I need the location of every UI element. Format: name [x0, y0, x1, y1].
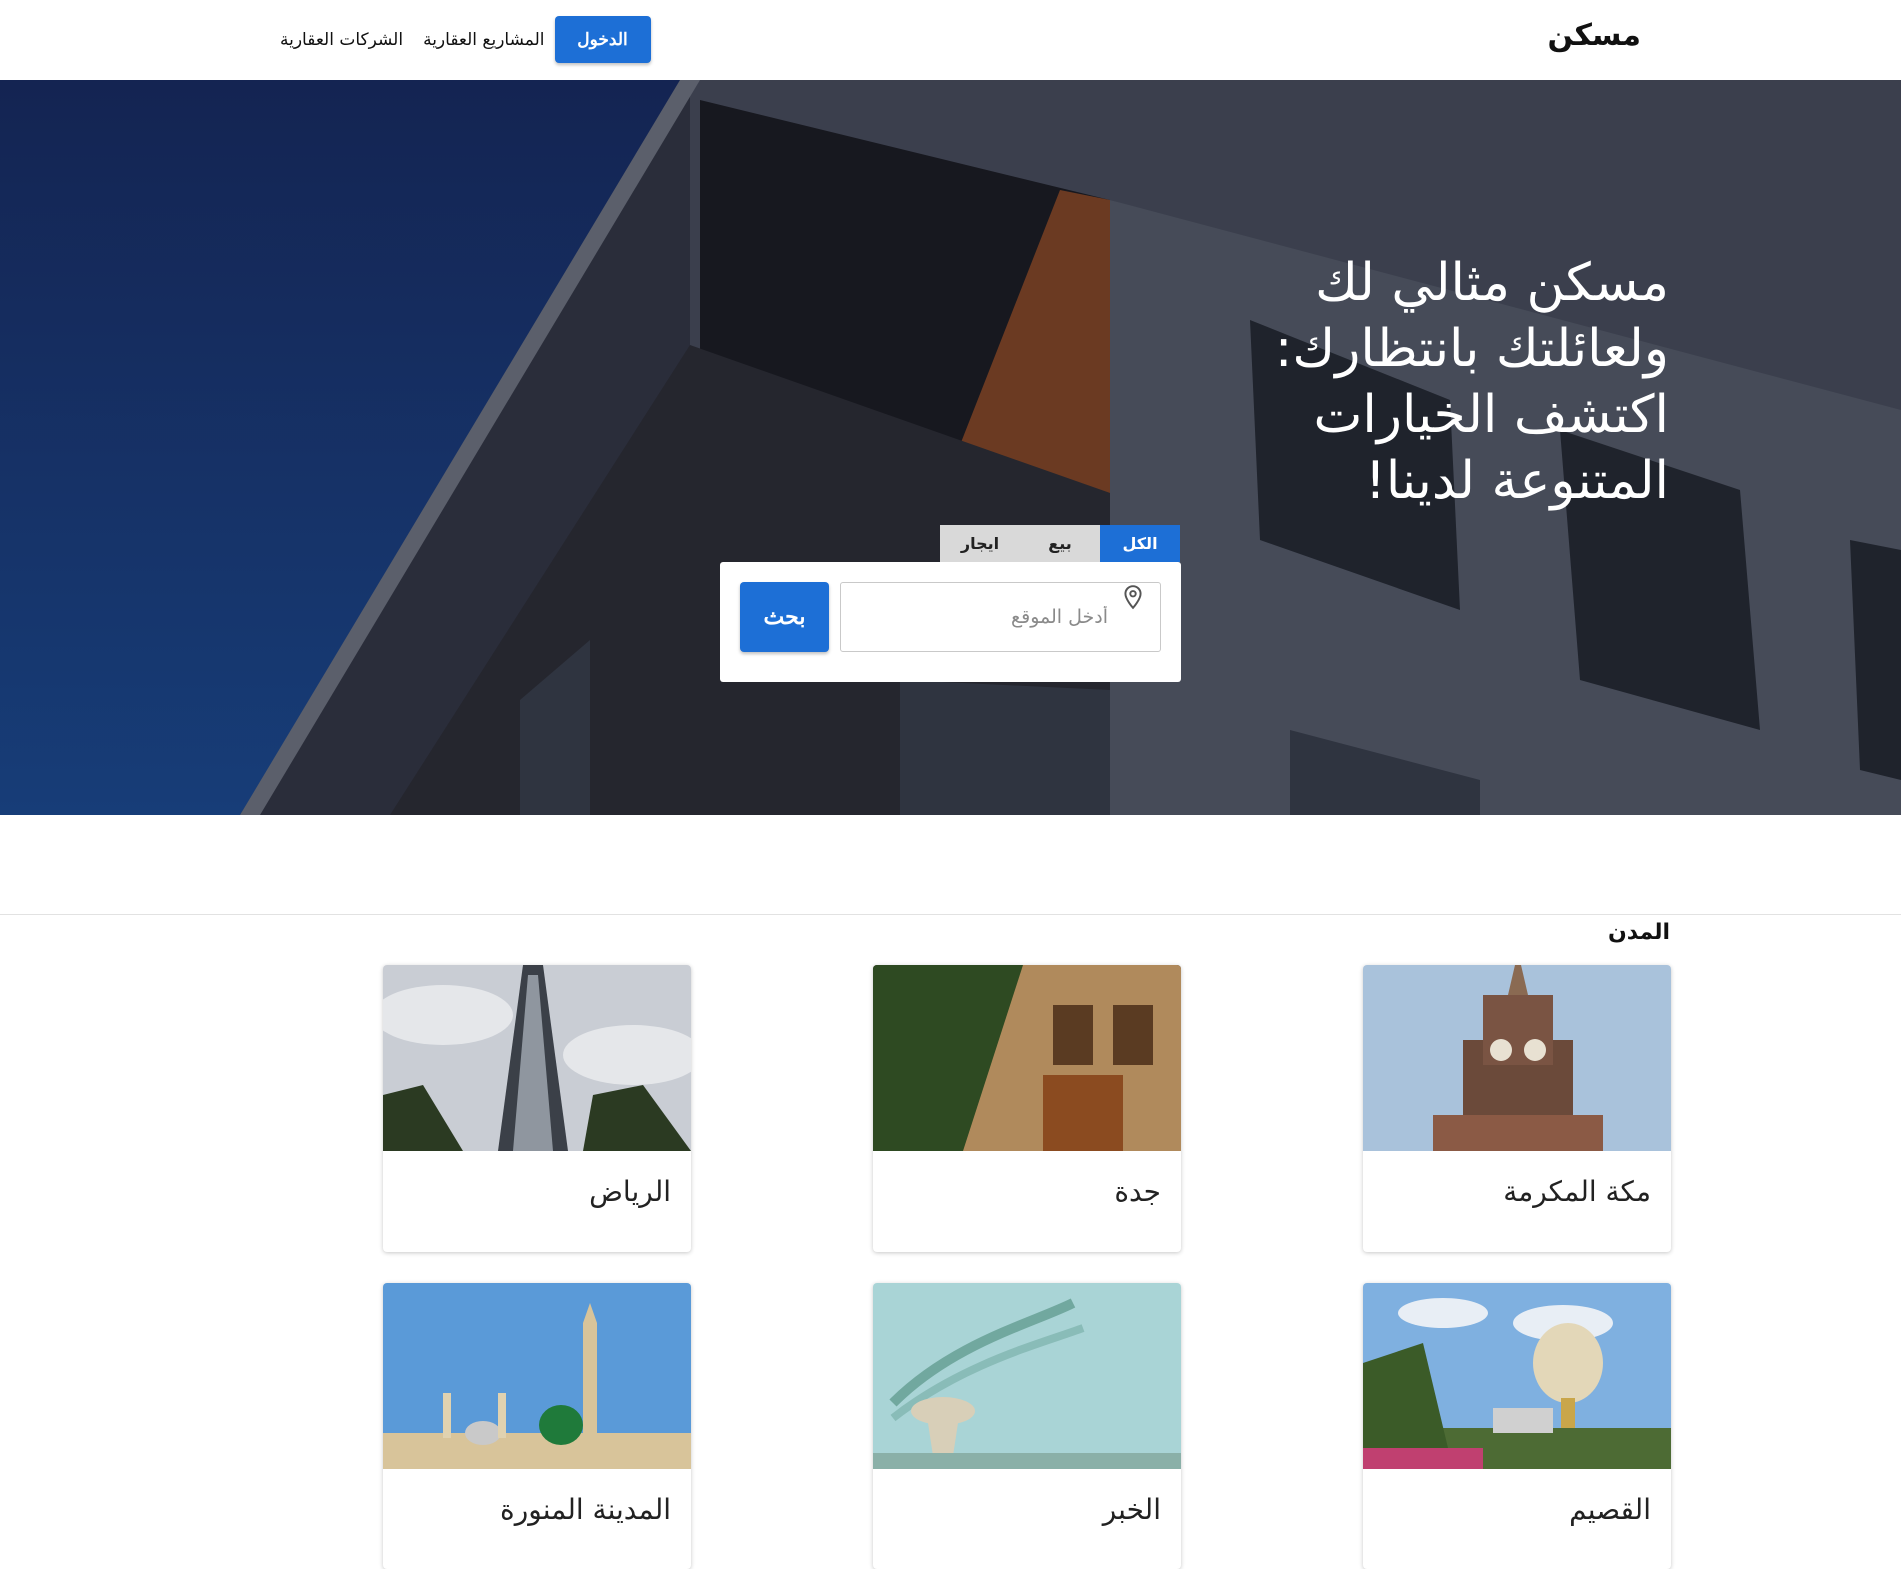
city-card-madinah[interactable]: المدينة المنورة	[383, 1283, 691, 1569]
cities-section-title: المدن	[1607, 920, 1670, 945]
faisaliah-tower-image	[383, 965, 691, 1151]
nav-link-companies[interactable]: الشركات العقارية	[270, 30, 413, 50]
prophets-mosque-image	[383, 1283, 691, 1469]
clock-tower-image	[1363, 965, 1671, 1151]
search-tabs: الكل بيع ايجار	[940, 525, 1180, 562]
city-name: مكة المكرمة	[1503, 1175, 1651, 1208]
location-input-wrapper	[840, 582, 1161, 652]
city-card-jeddah[interactable]: جدة	[873, 965, 1181, 1252]
nav-link-projects[interactable]: المشاريع العقارية	[413, 30, 554, 50]
top-navbar: مسكن الدخول المشاريع العقارية الشركات ال…	[0, 0, 1901, 80]
city-card-khobar[interactable]: الخبر	[873, 1283, 1181, 1569]
city-name: المدينة المنورة	[500, 1493, 671, 1526]
city-name: جدة	[1114, 1175, 1161, 1208]
nav-links: الدخول المشاريع العقارية الشركات العقاري…	[270, 16, 651, 63]
historic-building-image	[873, 965, 1181, 1151]
water-tower-airshow-image	[873, 1283, 1181, 1469]
brand-logo[interactable]: مسكن	[1547, 18, 1641, 53]
tab-rent[interactable]: ايجار	[940, 525, 1020, 562]
city-name: الرياض	[589, 1175, 671, 1208]
search-button[interactable]: بحث	[740, 582, 829, 652]
hero-title: مسكن مثالي لك ولعائلتك بانتظارك: اكتشف ا…	[1274, 253, 1669, 511]
map-pin-icon	[1124, 585, 1142, 610]
location-input[interactable]	[858, 583, 1108, 651]
city-name: الخبر	[1102, 1493, 1161, 1526]
tab-sale[interactable]: بيع	[1020, 525, 1100, 562]
city-name: القصيم	[1569, 1493, 1651, 1526]
tab-all[interactable]: الكل	[1100, 525, 1180, 562]
water-tower-park-image	[1363, 1283, 1671, 1469]
hero-banner: مسكن مثالي لك ولعائلتك بانتظارك: اكتشف ا…	[0, 80, 1901, 815]
section-divider	[0, 914, 1901, 915]
login-button[interactable]: الدخول	[554, 16, 651, 63]
city-card-makkah[interactable]: مكة المكرمة	[1363, 965, 1671, 1252]
search-panel: بحث	[720, 562, 1181, 682]
city-card-riyadh[interactable]: الرياض	[383, 965, 691, 1252]
city-card-qassim[interactable]: القصيم	[1363, 1283, 1671, 1569]
